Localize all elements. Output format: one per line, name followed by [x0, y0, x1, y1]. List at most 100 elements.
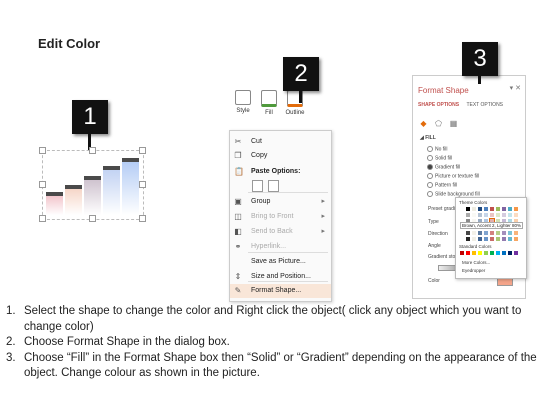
theme-color-swatch[interactable]: [496, 213, 500, 217]
fill-section-header[interactable]: ◢ FILL: [420, 135, 436, 141]
page-title: Edit Color: [38, 36, 101, 51]
fill-button[interactable]: Fill: [256, 90, 282, 116]
theme-color-swatch[interactable]: [466, 213, 470, 217]
chart-bar[interactable]: [122, 158, 139, 215]
theme-color-swatch[interactable]: [484, 231, 488, 235]
tab-text-options[interactable]: TEXT OPTIONS: [466, 102, 503, 108]
theme-color-swatch[interactable]: [484, 207, 488, 211]
fill-option-radio[interactable]: Pattern fill: [427, 182, 457, 188]
menu-item-send-to-back[interactable]: ◧ Send to Back ▸: [230, 225, 331, 239]
standard-color-swatch[interactable]: [472, 251, 476, 255]
standard-color-swatch[interactable]: [460, 251, 464, 255]
theme-color-swatch[interactable]: [472, 237, 476, 241]
theme-color-swatch[interactable]: [484, 237, 488, 241]
theme-color-swatch[interactable]: [502, 207, 506, 211]
theme-color-swatch[interactable]: [460, 207, 464, 211]
theme-color-swatch[interactable]: [514, 237, 518, 241]
menu-item-save-as-picture[interactable]: Save as Picture...: [230, 255, 331, 269]
theme-color-swatch[interactable]: [490, 213, 494, 217]
standard-color-swatch[interactable]: [496, 251, 500, 255]
selection-handle[interactable]: [39, 181, 46, 188]
theme-color-swatch[interactable]: [508, 231, 512, 235]
standard-color-swatch[interactable]: [514, 251, 518, 255]
menu-item-bring-to-front[interactable]: ◫ Bring to Front ▸: [230, 210, 331, 224]
tab-shape-options[interactable]: SHAPE OPTIONS: [418, 102, 459, 108]
theme-color-swatch[interactable]: [514, 213, 518, 217]
selection-handle[interactable]: [89, 147, 96, 154]
fill-option-radio[interactable]: Gradient fill: [427, 164, 460, 170]
menu-item-group[interactable]: ▣ Group ▸: [230, 195, 331, 209]
chevron-right-icon: ▸: [321, 228, 325, 235]
theme-color-swatch[interactable]: [466, 231, 470, 235]
theme-color-swatch[interactable]: [478, 237, 482, 241]
menu-item-cut[interactable]: ✂ Cut: [230, 135, 331, 149]
theme-color-swatch[interactable]: [496, 237, 500, 241]
theme-color-swatch[interactable]: [460, 231, 464, 235]
theme-color-swatch[interactable]: [490, 207, 494, 211]
format-field-label: Direction: [428, 231, 448, 237]
more-colors-link[interactable]: More Colors...: [462, 260, 490, 265]
theme-color-swatch[interactable]: [478, 231, 482, 235]
selection-handle[interactable]: [89, 215, 96, 222]
chart-bar[interactable]: [84, 176, 101, 215]
theme-color-swatch[interactable]: [478, 207, 482, 211]
theme-color-swatch[interactable]: [514, 207, 518, 211]
style-button[interactable]: Style: [230, 90, 256, 114]
theme-color-swatch[interactable]: [484, 213, 488, 217]
standard-color-swatch[interactable]: [508, 251, 512, 255]
selection-handle[interactable]: [139, 181, 146, 188]
theme-color-swatch[interactable]: [508, 213, 512, 217]
theme-color-swatch[interactable]: [466, 207, 470, 211]
theme-color-swatch[interactable]: [496, 207, 500, 211]
theme-color-swatch[interactable]: [502, 213, 506, 217]
theme-color-swatch[interactable]: [496, 231, 500, 235]
step-text: Choose Format Shape in the dialog box.: [24, 336, 230, 348]
chart-bar[interactable]: [46, 192, 63, 215]
chart-bar[interactable]: [103, 166, 120, 215]
theme-color-swatch[interactable]: [460, 213, 464, 217]
theme-color-swatch[interactable]: [502, 231, 506, 235]
theme-color-swatch[interactable]: [502, 237, 506, 241]
theme-color-swatch[interactable]: [472, 231, 476, 235]
fill-line-icon[interactable]: ◆: [419, 119, 428, 128]
standard-color-swatch[interactable]: [490, 251, 494, 255]
size-properties-icon[interactable]: ▦: [449, 119, 458, 128]
eyedropper-link[interactable]: Eyedropper: [462, 268, 485, 273]
size-position-icon: ⇕: [234, 272, 242, 281]
selection-handle[interactable]: [39, 215, 46, 222]
paste-option-icon[interactable]: [252, 180, 263, 192]
menu-item-format-shape[interactable]: ✎ Format Shape...: [230, 284, 331, 298]
chart-bar[interactable]: [65, 185, 82, 215]
close-pane-button[interactable]: ▾ ✕: [510, 84, 521, 92]
radio-icon: [427, 164, 433, 170]
theme-color-swatch[interactable]: [466, 237, 470, 241]
theme-color-swatch[interactable]: [490, 231, 494, 235]
standard-color-swatch[interactable]: [484, 251, 488, 255]
theme-color-swatch[interactable]: [472, 207, 476, 211]
fill-option-radio[interactable]: No fill: [427, 146, 448, 152]
fill-option-radio[interactable]: Picture or texture fill: [427, 173, 479, 179]
selection-handle[interactable]: [139, 215, 146, 222]
color-tooltip: Brown, Accent 2, Lighter 80%: [460, 222, 524, 229]
instruction-list: 1. Select the shape to change the color a…: [6, 304, 558, 382]
menu-item-paste-options[interactable]: 📋 Paste Options:: [230, 165, 331, 179]
theme-color-swatch[interactable]: [460, 237, 464, 241]
fill-option-radio[interactable]: Solid fill: [427, 155, 452, 161]
outline-label: Outline: [285, 110, 305, 116]
selection-handle[interactable]: [39, 147, 46, 154]
menu-item-copy[interactable]: ❐ Copy: [230, 149, 331, 163]
theme-color-swatch[interactable]: [514, 231, 518, 235]
paste-option-icon[interactable]: [268, 180, 279, 192]
theme-color-swatch[interactable]: [472, 213, 476, 217]
theme-color-swatch[interactable]: [508, 207, 512, 211]
selected-bar-chart-shape[interactable]: [42, 150, 144, 220]
theme-color-swatch[interactable]: [490, 237, 494, 241]
theme-color-swatch[interactable]: [508, 237, 512, 241]
effects-icon[interactable]: ⬠: [434, 119, 443, 128]
standard-color-swatch[interactable]: [478, 251, 482, 255]
outline-button[interactable]: Outline: [282, 90, 308, 116]
selection-handle[interactable]: [139, 147, 146, 154]
standard-color-swatch[interactable]: [466, 251, 470, 255]
theme-color-swatch[interactable]: [478, 213, 482, 217]
standard-color-swatch[interactable]: [502, 251, 506, 255]
